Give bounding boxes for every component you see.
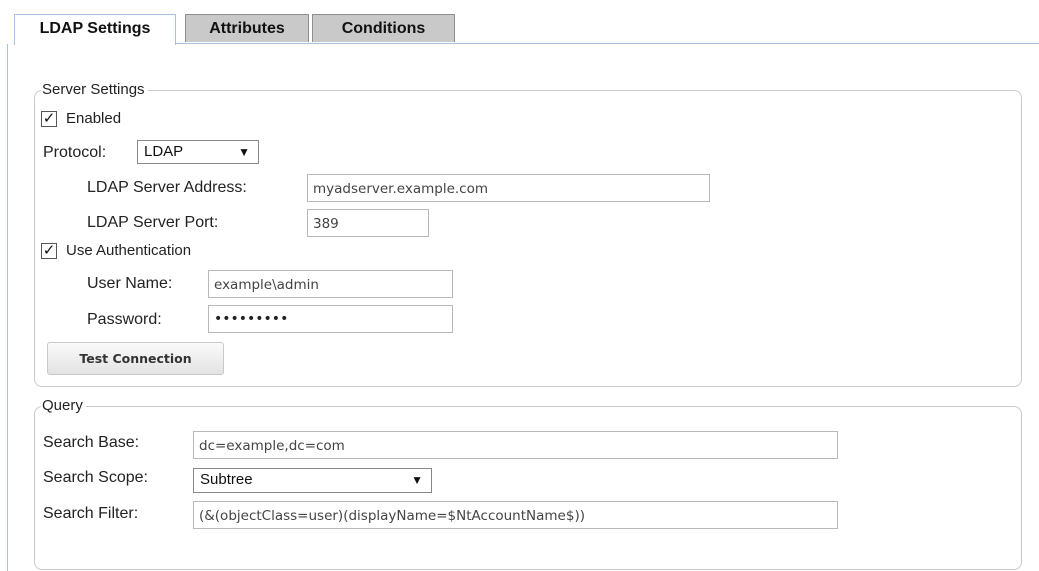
chevron-down-icon: ▼ — [411, 473, 423, 487]
search-scope-select[interactable]: Subtree ▼ — [193, 468, 432, 493]
server-port-input[interactable]: 389 — [307, 209, 429, 237]
protocol-value: LDAP — [144, 143, 184, 160]
test-connection-button[interactable]: Test Connection — [47, 342, 224, 375]
tab-attributes[interactable]: Attributes — [185, 14, 309, 42]
search-filter-label: Search Filter: — [43, 505, 139, 522]
query-legend: Query — [41, 397, 86, 415]
search-base-label: Search Base: — [43, 434, 140, 451]
server-address-input[interactable]: myadserver.example.com — [307, 174, 710, 202]
use-authentication-label: Use Authentication — [66, 242, 192, 259]
server-port-label: LDAP Server Port: — [87, 214, 219, 231]
protocol-label: Protocol: — [43, 144, 107, 161]
panel-border — [7, 44, 8, 571]
search-base-input[interactable]: dc=example,dc=com — [193, 431, 838, 459]
password-input[interactable]: ••••••••• — [208, 305, 453, 333]
checkmark-icon: ✓ — [42, 242, 56, 259]
use-authentication-checkbox[interactable]: ✓ — [41, 243, 57, 259]
tab-conditions[interactable]: Conditions — [312, 14, 455, 42]
search-scope-value: Subtree — [200, 471, 253, 488]
protocol-select[interactable]: LDAP ▼ — [137, 140, 259, 164]
user-name-input[interactable]: example\admin — [208, 270, 453, 298]
tab-ldap-settings[interactable]: LDAP Settings — [14, 14, 176, 45]
search-scope-label: Search Scope: — [43, 469, 148, 486]
chevron-down-icon: ▼ — [238, 145, 250, 159]
search-filter-input[interactable]: (&(objectClass=user)(displayName=$NtAcco… — [193, 501, 838, 529]
tab-divider — [176, 43, 1039, 44]
checkmark-icon: ✓ — [42, 110, 56, 127]
server-address-label: LDAP Server Address: — [87, 179, 247, 196]
enabled-label: Enabled — [66, 110, 122, 127]
password-label: Password: — [87, 311, 162, 328]
user-name-label: User Name: — [87, 275, 173, 292]
server-settings-legend: Server Settings — [41, 81, 148, 99]
enabled-checkbox[interactable]: ✓ — [41, 111, 57, 127]
